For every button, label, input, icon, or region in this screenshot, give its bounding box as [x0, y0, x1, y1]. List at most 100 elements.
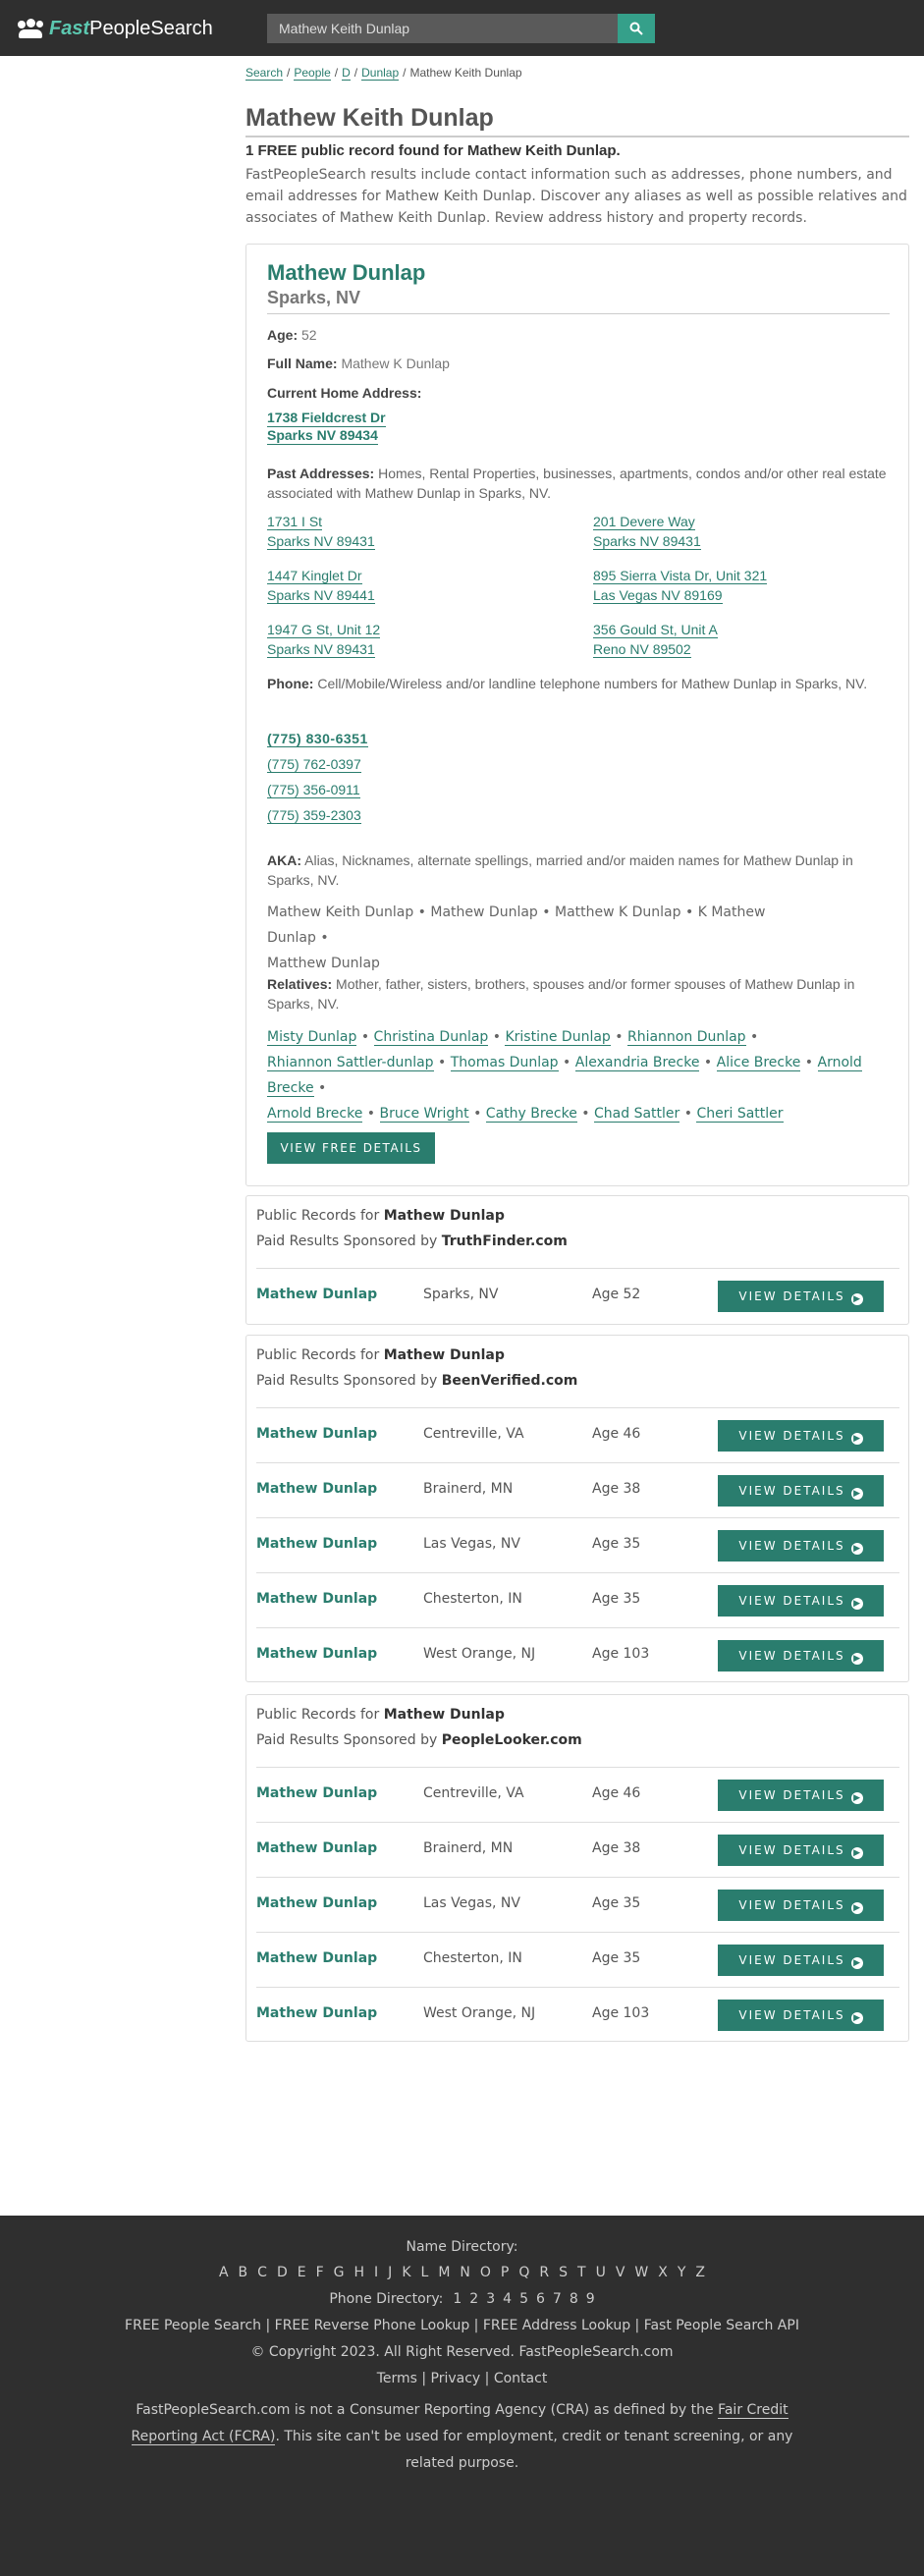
phone-number[interactable]: (775) 830-6351 [267, 731, 368, 747]
letter-link[interactable]: C [257, 2265, 267, 2280]
letter-link[interactable]: W [634, 2265, 648, 2280]
past-address[interactable]: 201 Devere Way Sparks NV 89431 [593, 512, 701, 551]
letter-link[interactable]: Z [695, 2265, 705, 2280]
letter-link[interactable]: A [219, 2265, 229, 2280]
relative-link[interactable]: Kristine Dunlap [505, 1029, 611, 1046]
view-details-button[interactable]: VIEW DETAILS ▶ [718, 1420, 884, 1452]
breadcrumb-letter[interactable]: D [342, 66, 351, 81]
relative-link[interactable]: Rhiannon Sattler-dunlap [267, 1055, 434, 1071]
result-name[interactable]: Mathew Dunlap [256, 1785, 377, 1801]
letter-link[interactable]: J [388, 2265, 392, 2280]
view-details-button[interactable]: VIEW DETAILS ▶ [718, 1945, 884, 1976]
letter-link[interactable]: N [460, 2265, 469, 2280]
letter-link[interactable]: T [577, 2265, 586, 2280]
result-name[interactable]: Mathew Dunlap [256, 1287, 377, 1302]
sponsored-rows: Mathew Dunlap Sparks, NV Age 52 VIEW DET… [256, 1268, 899, 1323]
letter-link[interactable]: V [616, 2265, 625, 2280]
footer-links[interactable]: FREE People Search | FREE Reverse Phone … [0, 2318, 924, 2333]
relative-link[interactable]: Chad Sattler [594, 1106, 680, 1123]
phone-number[interactable]: (775) 762-0397 [267, 756, 361, 773]
person-name[interactable]: Mathew Dunlap [267, 260, 425, 286]
result-name[interactable]: Mathew Dunlap [256, 1591, 377, 1607]
phone-number[interactable]: (775) 359-2303 [267, 807, 361, 824]
past-address[interactable]: 1447 Kinglet Dr Sparks NV 89441 [267, 566, 375, 605]
view-details-button[interactable]: VIEW DETAILS ▶ [718, 1281, 884, 1312]
letter-link[interactable]: I [374, 2265, 378, 2280]
result-name[interactable]: Mathew Dunlap [256, 1536, 377, 1552]
search-button[interactable] [618, 14, 655, 43]
relative-link[interactable]: Alice Brecke [716, 1055, 801, 1071]
relative-link[interactable]: Arnold Brecke [267, 1106, 363, 1123]
letter-link[interactable]: M [438, 2265, 450, 2280]
digit-link[interactable]: 6 [536, 2291, 545, 2307]
digit-link[interactable]: 5 [519, 2291, 528, 2307]
letter-link[interactable]: K [402, 2265, 410, 2280]
letter-link[interactable]: U [596, 2265, 606, 2280]
site-logo[interactable]: FastPeopleSearch [18, 17, 213, 40]
relative-link[interactable]: Thomas Dunlap [450, 1055, 559, 1071]
current-address-line2[interactable]: Sparks NV 89434 [267, 427, 378, 445]
relative-link[interactable]: Christina Dunlap [373, 1029, 489, 1046]
arrow-right-icon: ▶ [850, 1433, 863, 1445]
result-name[interactable]: Mathew Dunlap [256, 2005, 377, 2021]
view-details-button[interactable]: VIEW DETAILS ▶ [718, 1835, 884, 1866]
search-input[interactable]: Mathew Keith Dunlap [267, 14, 619, 43]
relative-link[interactable]: Rhiannon Dunlap [626, 1029, 746, 1046]
past-address[interactable]: 1947 G St, Unit 12 Sparks NV 89431 [267, 620, 381, 659]
view-details-button[interactable]: VIEW DETAILS ▶ [718, 1530, 884, 1562]
digit-link[interactable]: 3 [486, 2291, 495, 2307]
letter-link[interactable]: Q [518, 2265, 529, 2280]
current-address-line1[interactable]: 1738 Fieldcrest Dr [267, 410, 386, 427]
result-name[interactable]: Mathew Dunlap [256, 1426, 377, 1442]
current-address-label: Current Home Address: [267, 385, 422, 401]
letter-link[interactable]: X [658, 2265, 668, 2280]
relative-link[interactable]: Cathy Brecke [485, 1106, 577, 1123]
view-free-details-button[interactable]: VIEW FREE DETAILS [267, 1132, 435, 1164]
legal-links[interactable]: Terms | Privacy | Contact [0, 2371, 924, 2386]
result-name[interactable]: Mathew Dunlap [256, 1481, 377, 1497]
letter-link[interactable]: O [480, 2265, 491, 2280]
breadcrumb-search[interactable]: Search [245, 66, 284, 81]
view-details-button[interactable]: VIEW DETAILS ▶ [718, 1780, 884, 1811]
letter-link[interactable]: G [334, 2265, 345, 2280]
letter-link[interactable]: E [298, 2265, 306, 2280]
result-name[interactable]: Mathew Dunlap [256, 1840, 377, 1856]
result-name[interactable]: Mathew Dunlap [256, 1646, 377, 1662]
result-name[interactable]: Mathew Dunlap [256, 1950, 377, 1966]
letter-link[interactable]: L [421, 2265, 429, 2280]
relative-link[interactable]: Cheri Sattler [696, 1106, 784, 1123]
letter-link[interactable]: H [354, 2265, 365, 2280]
copyright: © Copyright 2023. All Right Reserved. Fa… [250, 2344, 674, 2360]
past-address[interactable]: 1731 I St Sparks NV 89431 [267, 512, 375, 551]
digit-link[interactable]: 7 [553, 2291, 562, 2307]
past-address[interactable]: 895 Sierra Vista Dr, Unit 321 Las Vegas N… [593, 566, 768, 605]
letter-link[interactable]: B [239, 2265, 248, 2280]
arrow-right-icon: ▶ [850, 2012, 863, 2024]
view-details-button[interactable]: VIEW DETAILS ▶ [718, 1475, 884, 1507]
letter-link[interactable]: S [559, 2265, 568, 2280]
digit-link[interactable]: 9 [586, 2291, 595, 2307]
relative-link[interactable]: Misty Dunlap [267, 1029, 357, 1046]
current-address[interactable]: 1738 Fieldcrest Dr Sparks NV 89434 [267, 410, 386, 445]
past-address[interactable]: 356 Gould St, Unit A Reno NV 89502 [593, 620, 718, 659]
phone-number[interactable]: (775) 356-0911 [267, 782, 360, 798]
digit-link[interactable]: 8 [570, 2291, 578, 2307]
view-details-button[interactable]: VIEW DETAILS ▶ [718, 1890, 884, 1921]
letter-link[interactable]: R [539, 2265, 549, 2280]
view-details-button[interactable]: VIEW DETAILS ▶ [718, 1640, 884, 1672]
digit-link[interactable]: 4 [503, 2291, 512, 2307]
letter-link[interactable]: Y [678, 2265, 686, 2280]
view-details-button[interactable]: VIEW DETAILS ▶ [718, 2000, 884, 2031]
letter-link[interactable]: P [501, 2265, 509, 2280]
result-name[interactable]: Mathew Dunlap [256, 1895, 377, 1911]
relative-link[interactable]: Alexandria Brecke [574, 1055, 700, 1071]
relative-link[interactable]: Bruce Wright [379, 1106, 469, 1123]
breadcrumb-surname[interactable]: Dunlap [361, 66, 400, 81]
digit-link[interactable]: 1 [453, 2291, 462, 2307]
letter-link[interactable]: F [316, 2265, 324, 2280]
relatives-list: Misty Dunlap • Christina Dunlap • Kristi… [267, 1029, 862, 1123]
breadcrumb-people[interactable]: People [294, 66, 331, 81]
view-details-button[interactable]: VIEW DETAILS ▶ [718, 1585, 884, 1617]
digit-link[interactable]: 2 [469, 2291, 478, 2307]
letter-link[interactable]: D [277, 2265, 288, 2280]
